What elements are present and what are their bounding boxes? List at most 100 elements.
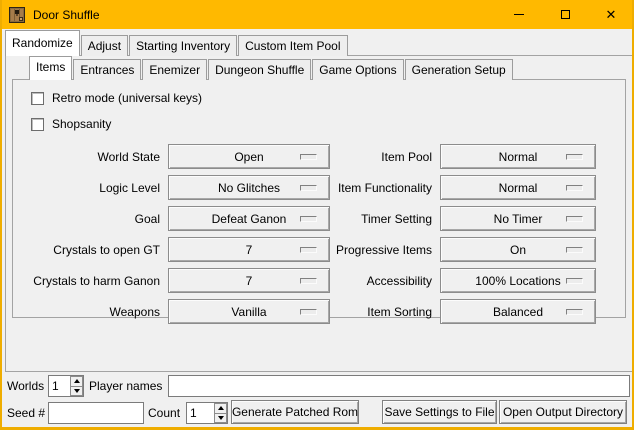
item-pool-label: Item Pool — [330, 150, 440, 164]
timer-setting-value: No Timer — [494, 212, 543, 226]
seed-label: Seed # — [7, 402, 45, 424]
dropdown-indicator-icon — [300, 185, 317, 191]
app-door-icon — [9, 7, 25, 23]
minimize-icon — [514, 14, 524, 15]
maximize-icon — [561, 10, 570, 19]
item-sorting-dropdown[interactable]: Balanced — [440, 299, 596, 324]
dropdown-indicator-icon — [566, 247, 583, 253]
item-sorting-label: Item Sorting — [330, 305, 440, 319]
weapons-dropdown[interactable]: Vanilla — [168, 299, 330, 324]
save-settings-button[interactable]: Save Settings to File — [382, 400, 497, 424]
world-state-value: Open — [234, 150, 263, 164]
tab-game-options[interactable]: Game Options — [312, 59, 403, 80]
open-output-directory-button[interactable]: Open Output Directory — [499, 400, 627, 424]
titlebar: Door Shuffle ✕ — [0, 0, 634, 29]
options-grid: World State Open Item Pool Normal Logic … — [13, 141, 625, 327]
shopsanity-row: Shopsanity — [31, 111, 625, 137]
crystals-harm-ganon-label: Crystals to harm Ganon — [13, 274, 168, 288]
world-state-label: World State — [13, 150, 168, 164]
count-spinbox — [186, 402, 228, 424]
spin-up-icon — [218, 406, 224, 410]
tab-enemizer[interactable]: Enemizer — [142, 59, 207, 80]
weapons-label: Weapons — [13, 305, 168, 319]
timer-setting-dropdown[interactable]: No Timer — [440, 206, 596, 231]
player-names-input[interactable] — [168, 375, 630, 397]
door-shuffle-window: Door Shuffle ✕ Randomize Adjust Starting… — [0, 0, 634, 430]
crystals-open-gt-dropdown[interactable]: 7 — [168, 237, 330, 262]
dropdown-indicator-icon — [566, 278, 583, 284]
tab-generation-setup[interactable]: Generation Setup — [405, 59, 513, 80]
tab-entrances[interactable]: Entrances — [73, 59, 141, 80]
item-pool-dropdown[interactable]: Normal — [440, 144, 596, 169]
goal-dropdown[interactable]: Defeat Ganon — [168, 206, 330, 231]
options-row-5: Crystals to harm Ganon 7 Accessibility 1… — [13, 265, 625, 296]
tab-adjust[interactable]: Adjust — [81, 35, 128, 56]
world-state-dropdown[interactable]: Open — [168, 144, 330, 169]
dropdown-indicator-icon — [300, 216, 317, 222]
dropdown-indicator-icon — [566, 309, 583, 315]
seed-input[interactable] — [48, 402, 144, 424]
worlds-input[interactable] — [49, 376, 70, 396]
accessibility-value: 100% Locations — [475, 274, 560, 288]
dropdown-indicator-icon — [300, 247, 317, 253]
spin-down-icon — [218, 416, 224, 420]
worlds-spin-up-button[interactable] — [70, 376, 83, 387]
accessibility-label: Accessibility — [330, 274, 440, 288]
dropdown-indicator-icon — [300, 154, 317, 160]
item-functionality-label: Item Functionality — [330, 181, 440, 195]
worlds-spin-down-button[interactable] — [70, 387, 83, 397]
dropdown-indicator-icon — [566, 185, 583, 191]
accessibility-dropdown[interactable]: 100% Locations — [440, 268, 596, 293]
spin-down-icon — [74, 389, 80, 393]
progressive-items-value: On — [510, 243, 526, 257]
crystals-open-gt-value: 7 — [246, 243, 253, 257]
shopsanity-checkbox[interactable] — [31, 118, 44, 131]
options-row-3: Goal Defeat Ganon Timer Setting No Timer — [13, 203, 625, 234]
maximize-button[interactable] — [542, 0, 588, 29]
timer-setting-label: Timer Setting — [330, 212, 440, 226]
minimize-button[interactable] — [496, 0, 542, 29]
tab-starting-inventory[interactable]: Starting Inventory — [129, 35, 237, 56]
item-functionality-dropdown[interactable]: Normal — [440, 175, 596, 200]
window-title: Door Shuffle — [33, 8, 100, 22]
dropdown-indicator-icon — [300, 278, 317, 284]
retro-mode-label: Retro mode (universal keys) — [52, 91, 202, 105]
count-label: Count — [148, 402, 180, 424]
items-tab-frame: Retro mode (universal keys) Shopsanity W… — [12, 79, 626, 318]
item-functionality-value: Normal — [499, 181, 538, 195]
worlds-spin-buttons — [70, 376, 83, 396]
dropdown-indicator-icon — [566, 216, 583, 222]
crystals-harm-ganon-dropdown[interactable]: 7 — [168, 268, 330, 293]
options-row-1: World State Open Item Pool Normal — [13, 141, 625, 172]
main-tabbar: Randomize Adjust Starting Inventory Cust… — [5, 30, 349, 56]
weapons-value: Vanilla — [231, 305, 266, 319]
tab-dungeon-shuffle[interactable]: Dungeon Shuffle — [208, 59, 311, 80]
retro-mode-checkbox[interactable] — [31, 92, 44, 105]
progressive-items-dropdown[interactable]: On — [440, 237, 596, 262]
goal-label: Goal — [13, 212, 168, 226]
tab-randomize[interactable]: Randomize — [5, 30, 80, 56]
worlds-label: Worlds — [7, 375, 44, 397]
count-spin-down-button[interactable] — [214, 414, 227, 424]
goal-value: Defeat Ganon — [212, 212, 287, 226]
dropdown-indicator-icon — [300, 309, 317, 315]
logic-level-label: Logic Level — [13, 181, 168, 195]
item-sorting-value: Balanced — [493, 305, 543, 319]
options-row-6: Weapons Vanilla Item Sorting Balanced — [13, 296, 625, 327]
tab-custom-item-pool[interactable]: Custom Item Pool — [238, 35, 347, 56]
generate-patched-rom-button[interactable]: Generate Patched Rom — [231, 400, 359, 424]
spin-up-icon — [74, 379, 80, 383]
count-input[interactable] — [187, 403, 214, 423]
progressive-items-label: Progressive Items — [330, 243, 440, 257]
retro-mode-row: Retro mode (universal keys) — [31, 85, 625, 111]
options-row-4: Crystals to open GT 7 Progressive Items … — [13, 234, 625, 265]
close-button[interactable]: ✕ — [588, 0, 634, 29]
player-names-label: Player names — [89, 375, 162, 397]
crystals-open-gt-label: Crystals to open GT — [13, 243, 168, 257]
options-row-2: Logic Level No Glitches Item Functionali… — [13, 172, 625, 203]
logic-level-dropdown[interactable]: No Glitches — [168, 175, 330, 200]
count-spin-up-button[interactable] — [214, 403, 227, 414]
window-controls: ✕ — [496, 0, 634, 29]
dropdown-indicator-icon — [566, 154, 583, 160]
tab-items[interactable]: Items — [29, 56, 72, 80]
